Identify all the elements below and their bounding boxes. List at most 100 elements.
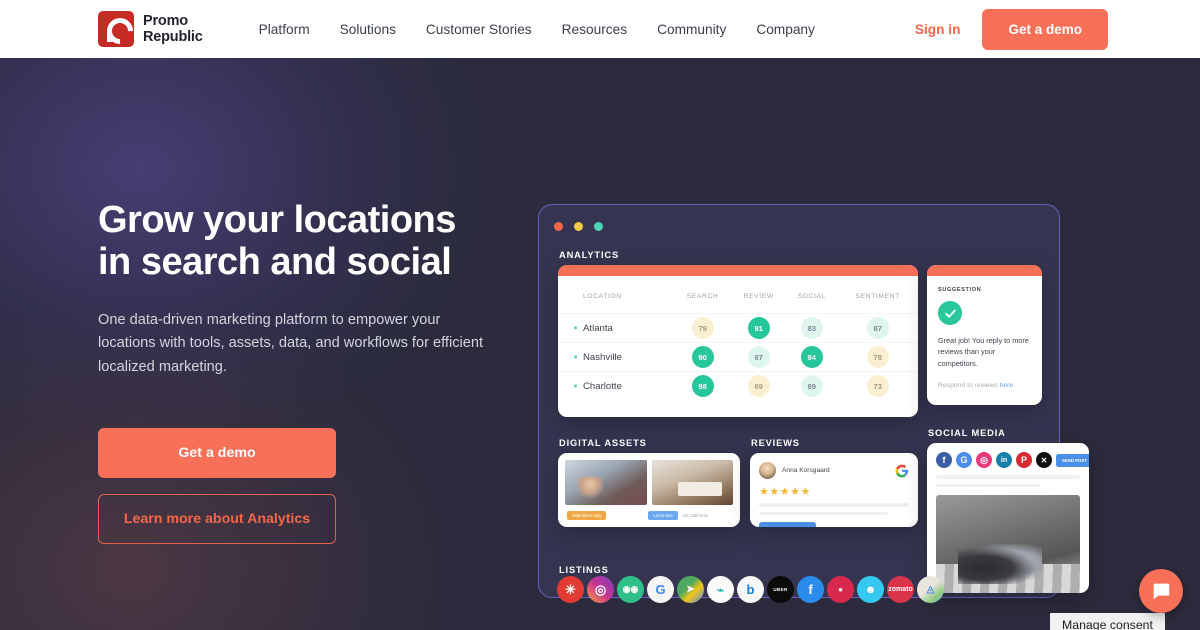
section-label-social-media: SOCIAL MEDIA — [928, 428, 1006, 438]
tag-region: US California — [682, 513, 708, 518]
linkedin-icon[interactable]: in — [996, 452, 1012, 468]
apple-maps-icon[interactable]: ◬ — [917, 576, 944, 603]
send-post-button[interactable]: SEND POST — [1056, 453, 1089, 467]
column-header-location: LOCATION — [583, 293, 622, 300]
column-header-search: SEARCH — [686, 293, 719, 300]
minimize-dot-icon[interactable] — [574, 222, 583, 231]
column-header-social: SOCIAL — [797, 293, 826, 300]
cell-review: 91 — [731, 314, 786, 343]
pinterest-icon[interactable]: P — [1016, 452, 1032, 468]
facebook-icon[interactable]: f — [797, 576, 824, 603]
instagram-icon[interactable]: ◎ — [976, 452, 992, 468]
post-text-placeholder — [936, 475, 1080, 479]
google-icon — [895, 464, 909, 477]
manage-consent-bar[interactable]: Manage consent — [1050, 613, 1165, 630]
score-badge: 73 — [866, 375, 889, 398]
score-badge: 69 — [747, 375, 770, 398]
table-header-row: LOCATION SEARCH REVIEW SOCIAL SENTIMENT — [558, 276, 918, 314]
analytics-card: LOCATION SEARCH REVIEW SOCIAL SENTIMENT … — [558, 265, 918, 417]
table-row[interactable]: Charlotte 98 69 89 73 — [558, 371, 919, 401]
cell-social: 94 — [786, 343, 837, 372]
listings-icon-row: ✳ ◎ ◉◉ G ➤ ⌁ b UBER f ● ☻ zomato ◬ — [557, 576, 944, 603]
nav-item-customer-stories[interactable]: Customer Stories — [426, 22, 532, 37]
cell-sentiment: 87 — [838, 314, 919, 343]
suggestion-label: SUGGESTION — [938, 287, 982, 293]
avatar — [759, 462, 776, 479]
logo-line-2: Republic — [143, 29, 203, 45]
uber-icon[interactable]: UBER — [767, 576, 794, 603]
card-accent-bar — [927, 265, 1042, 276]
nav-item-platform[interactable]: Platform — [259, 22, 310, 37]
waze-icon[interactable]: ☻ — [857, 576, 884, 603]
score-badge: 89 — [800, 375, 823, 398]
cell-sentiment: 73 — [838, 372, 919, 401]
asset-tags: Valentine's Day Local Seo US California — [565, 511, 733, 520]
reviewer-name: Anna Korsgaard — [782, 467, 830, 474]
apartments-icon[interactable]: ● — [827, 576, 854, 603]
reply-with-ai-button[interactable]: REPLY WITH AI — [759, 522, 816, 527]
cell-sentiment: 78 — [838, 343, 919, 372]
asset-thumbnail-food[interactable] — [651, 460, 733, 505]
nav-item-resources[interactable]: Resources — [562, 22, 627, 37]
window-controls — [554, 222, 603, 231]
tripadvisor-icon[interactable]: ◉◉ — [617, 576, 644, 603]
star-rating: ★★★★★ — [759, 486, 811, 498]
review-text-placeholder — [759, 503, 909, 507]
table-row[interactable]: Nashville 90 87 94 78 — [558, 342, 919, 372]
respond-to-reviews-text: Respond to reviews here — [938, 382, 1031, 389]
cell-search: 90 — [674, 343, 731, 372]
section-label-analytics: ANALYTICS — [559, 250, 619, 260]
score-badge: 78 — [866, 346, 889, 368]
cell-social: 89 — [786, 372, 837, 401]
cell-review: 69 — [731, 372, 786, 401]
social-network-icons: f G ◎ in P ✕ SEND POST — [936, 452, 1089, 468]
hero-copy: Grow your locations in search and social… — [98, 199, 508, 544]
headline-line-1: Grow your locations — [98, 199, 456, 241]
column-header-review: REVIEW — [743, 293, 774, 300]
cell-search: 79 — [674, 314, 731, 343]
maximize-dot-icon[interactable] — [594, 222, 603, 231]
close-dot-icon[interactable] — [554, 222, 563, 231]
yelp-icon[interactable]: ✳ — [557, 576, 584, 603]
logo-line-1: Promo — [143, 12, 188, 29]
reviews-card: Anna Korsgaard ★★★★★ REPLY WITH AI — [750, 453, 918, 527]
nav-actions: Sign in Get a demo — [915, 8, 1108, 50]
hero-get-a-demo-button[interactable]: Get a demo — [98, 427, 336, 478]
get-a-demo-button[interactable]: Get a demo — [982, 8, 1108, 50]
logo[interactable]: Promo Republic — [98, 11, 203, 47]
google-icon[interactable]: G — [647, 576, 674, 603]
sign-in-link[interactable]: Sign in — [915, 22, 961, 37]
card-accent-bar — [558, 265, 918, 276]
table-row[interactable]: Atlanta 79 91 83 87 — [558, 313, 919, 343]
asset-thumbnail-couple[interactable] — [565, 460, 647, 505]
nav-item-company[interactable]: Company — [756, 22, 815, 37]
nav-item-solutions[interactable]: Solutions — [340, 22, 396, 37]
score-badge: 87 — [747, 346, 770, 368]
score-badge: 98 — [691, 375, 714, 398]
bing-icon[interactable]: b — [737, 576, 764, 603]
facebook-icon[interactable]: f — [936, 452, 952, 468]
tag-local-seo: Local Seo — [648, 511, 678, 520]
x-icon[interactable]: ✕ — [1036, 452, 1052, 468]
google-maps-icon[interactable]: ➤ — [677, 576, 704, 603]
google-icon[interactable]: G — [956, 452, 972, 468]
cell-search: 98 — [674, 372, 731, 401]
score-badge: 91 — [747, 317, 770, 339]
nav-item-community[interactable]: Community — [657, 22, 726, 37]
learn-more-analytics-button[interactable]: Learn more about Analytics — [98, 493, 336, 544]
cell-location: Atlanta — [558, 314, 674, 343]
score-badge: 94 — [800, 346, 823, 368]
social-post-image — [936, 495, 1080, 593]
score-badge: 83 — [800, 317, 823, 339]
instagram-icon[interactable]: ◎ — [587, 576, 614, 603]
column-header-sentiment: SENTIMENT — [855, 293, 900, 300]
suggestion-text: Great job! You reply to more reviews tha… — [938, 336, 1029, 368]
respond-here-link[interactable]: here — [1000, 382, 1014, 389]
chat-widget-button[interactable] — [1139, 569, 1183, 613]
digital-assets-card: Valentine's Day Local Seo US California — [558, 453, 740, 527]
link-icon[interactable]: ⌁ — [707, 576, 734, 603]
chat-bubble-icon — [1153, 583, 1170, 600]
review-text-placeholder — [759, 511, 888, 516]
zomato-icon[interactable]: zomato — [887, 576, 914, 603]
dashboard-preview-window: ANALYTICS LOCATION SEARCH REVIEW SOCIAL … — [538, 204, 1089, 598]
